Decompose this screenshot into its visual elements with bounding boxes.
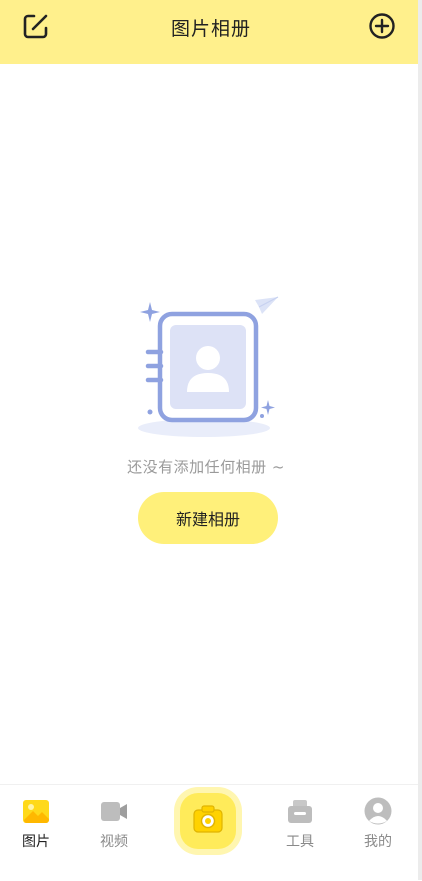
tab-profile[interactable]: 我的: [348, 795, 408, 855]
profile-icon: [364, 797, 392, 825]
tab-label: 我的: [364, 834, 392, 850]
album-contact-illustration: [134, 294, 284, 440]
video-icon: [101, 802, 127, 821]
camera-button[interactable]: [180, 793, 236, 849]
create-album-button[interactable]: 新建相册: [138, 492, 278, 544]
bottom-tab-bar: 图片 视频 工具 我的: [0, 784, 418, 881]
image-icon: [23, 800, 49, 823]
tab-videos[interactable]: 视频: [84, 795, 144, 855]
tab-label: 图片: [22, 834, 50, 850]
header: 图片相册: [0, 0, 422, 64]
page-title: 图片相册: [170, 18, 251, 40]
tab-label: 工具: [286, 834, 314, 850]
camera-icon: [193, 805, 223, 833]
scrollbar-track: [418, 0, 422, 880]
tab-label: 视频: [100, 834, 128, 850]
toolbox-icon: [288, 800, 312, 823]
add-album-button[interactable]: [366, 10, 398, 42]
tab-tools[interactable]: 工具: [270, 795, 330, 855]
empty-state-message: 还没有添加任何相册 ~: [127, 458, 285, 476]
add-circle-icon: [369, 13, 395, 39]
tab-images[interactable]: 图片: [6, 795, 66, 855]
